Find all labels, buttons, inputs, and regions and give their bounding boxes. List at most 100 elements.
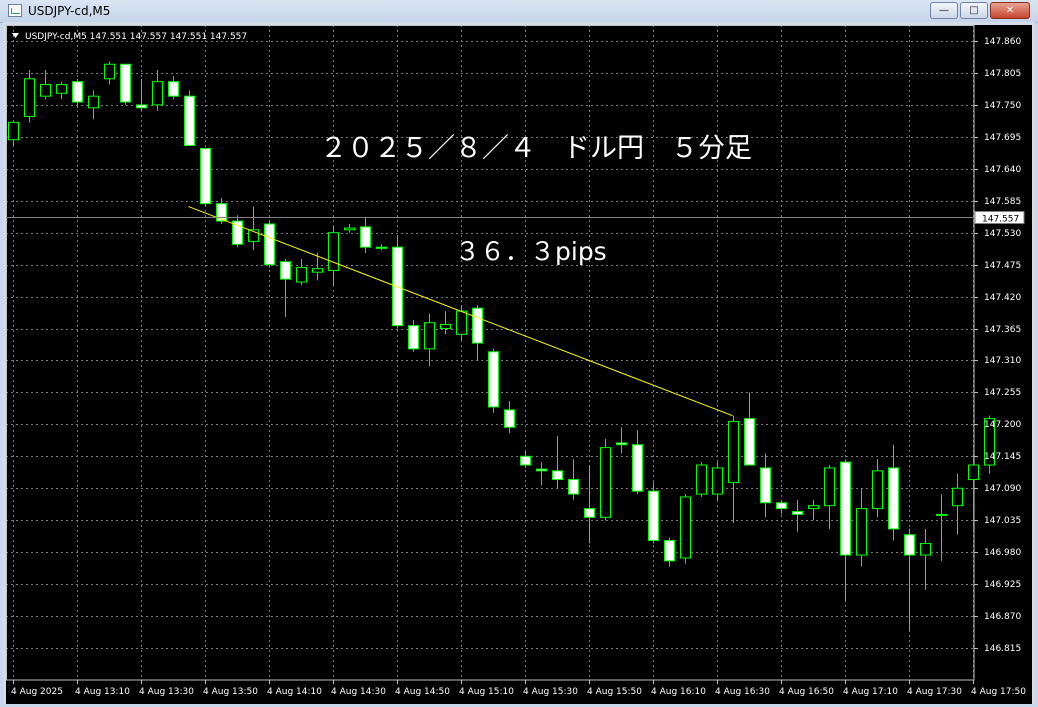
candle-body: [296, 267, 307, 283]
candle-body: [168, 81, 179, 97]
candle-body: [856, 508, 867, 556]
time-tick-label: 4 Aug 15:30: [523, 687, 578, 697]
time-tick-label: 4 Aug 13:10: [75, 687, 130, 697]
candle-body: [888, 467, 899, 530]
price-tick-label: 146.815: [984, 644, 1021, 654]
annotation-title[interactable]: ２０２５／８／４ ドル円 ５分足: [320, 133, 752, 164]
candle-body: [552, 470, 563, 481]
time-tick-label: 4 Aug 17:50: [971, 687, 1026, 697]
candle-body: [776, 502, 787, 510]
candle-body: [312, 268, 323, 273]
price-tick-label: 147.695: [984, 133, 1021, 143]
price-tick-label: 146.925: [984, 580, 1021, 590]
time-tick-label: 4 Aug 13:50: [203, 687, 258, 697]
candle-body: [488, 351, 499, 408]
time-tick-label: 4 Aug 17:10: [843, 687, 898, 697]
price-tick-label: 147.750: [984, 101, 1021, 111]
price-tick-label: 147.310: [984, 356, 1021, 366]
candle-body: [600, 447, 611, 518]
candle-body: [456, 310, 467, 335]
maximize-button[interactable]: □: [960, 2, 988, 19]
candle-body: [408, 325, 419, 350]
candle-body: [664, 540, 675, 562]
price-tick-label: 147.585: [984, 197, 1021, 207]
candle-body: [968, 464, 979, 481]
candle: [696, 462, 707, 497]
time-tick-label: 4 Aug 17:30: [907, 687, 962, 697]
time-tick-label: 4 Aug 14:10: [267, 687, 322, 697]
chart-header-text: USDJPY-cd,M5 147.551 147.557 147.551 147…: [25, 32, 247, 42]
candle-body: [344, 227, 355, 231]
candle-body: [616, 442, 627, 446]
time-tick-label: 4 Aug 15:10: [459, 687, 514, 697]
price-tick-label: 147.530: [984, 229, 1021, 239]
candle-body: [200, 147, 211, 205]
candle-body: [24, 78, 35, 118]
price-tick-label: 147.365: [984, 325, 1021, 335]
candle-body: [280, 261, 291, 280]
candle: [200, 147, 211, 207]
candle-body: [88, 95, 99, 109]
candle-body: [728, 420, 739, 483]
candle-body: [136, 104, 147, 109]
candle-body: [648, 490, 659, 542]
candle-body: [504, 409, 515, 428]
time-tick-label: 4 Aug 16:50: [779, 687, 834, 697]
annotation-pips[interactable]: ３６．３pips: [455, 237, 607, 266]
candle-body: [840, 461, 851, 556]
candle-body: [824, 467, 835, 507]
price-tick-label: 147.420: [984, 293, 1021, 303]
candle-body: [440, 323, 451, 330]
price-tick-label: 147.255: [984, 388, 1021, 398]
window-titlebar[interactable]: USDJPY-cd,M5 — □ ✕: [0, 0, 1038, 23]
candle-body: [760, 467, 771, 504]
candle-body: [72, 81, 83, 103]
time-tick-label: 4 Aug 16:30: [715, 687, 770, 697]
candle-body: [40, 84, 51, 97]
candle-body: [152, 81, 163, 106]
candle-body: [216, 203, 227, 222]
price-tick-label: 147.640: [984, 165, 1021, 175]
candle-body: [56, 84, 67, 94]
candle-body: [184, 95, 195, 147]
candle-body: [936, 513, 947, 516]
time-tick-label: 4 Aug 14:30: [331, 687, 386, 697]
candle: [264, 221, 275, 268]
candle-body: [424, 322, 435, 350]
candle-body: [744, 418, 755, 466]
candle: [184, 90, 195, 147]
candle-body: [376, 246, 387, 249]
time-tick-label: 4 Aug 16:10: [651, 687, 706, 697]
minimize-button[interactable]: —: [930, 2, 958, 19]
price-tick-label: 147.145: [984, 452, 1021, 462]
candle-body: [904, 534, 915, 556]
candle-body: [584, 508, 595, 518]
current-price-label: 147.557: [982, 215, 1019, 225]
time-tick-label: 4 Aug 13:30: [139, 687, 194, 697]
candle-body: [8, 121, 19, 141]
candle-body: [872, 470, 883, 510]
chart-canvas[interactable]: USDJPY-cd,M5 147.551 147.557 147.551 147…: [6, 25, 1032, 704]
chart-background: [6, 25, 1032, 704]
chart-window-icon: [8, 4, 22, 17]
price-tick-label: 147.090: [984, 484, 1021, 494]
candle: [120, 63, 131, 105]
price-tick-label: 147.860: [984, 37, 1021, 47]
candle-body: [328, 232, 339, 271]
candle-body: [472, 307, 483, 344]
price-tick-label: 147.200: [984, 420, 1021, 430]
candle: [712, 462, 723, 500]
price-tick-label: 147.035: [984, 516, 1021, 526]
candle: [600, 438, 611, 521]
price-tick-label: 146.870: [984, 612, 1021, 622]
time-tick-label: 4 Aug 14:50: [395, 687, 450, 697]
price-tick-label: 146.980: [984, 548, 1021, 558]
window-title: USDJPY-cd,M5: [28, 4, 111, 18]
current-price-marker: 147.557: [974, 211, 1025, 225]
close-button[interactable]: ✕: [990, 2, 1030, 19]
candle-body: [952, 487, 963, 507]
candle-body: [104, 63, 115, 80]
candle-body: [792, 510, 803, 515]
candle-body: [808, 505, 819, 510]
candle: [488, 348, 499, 413]
